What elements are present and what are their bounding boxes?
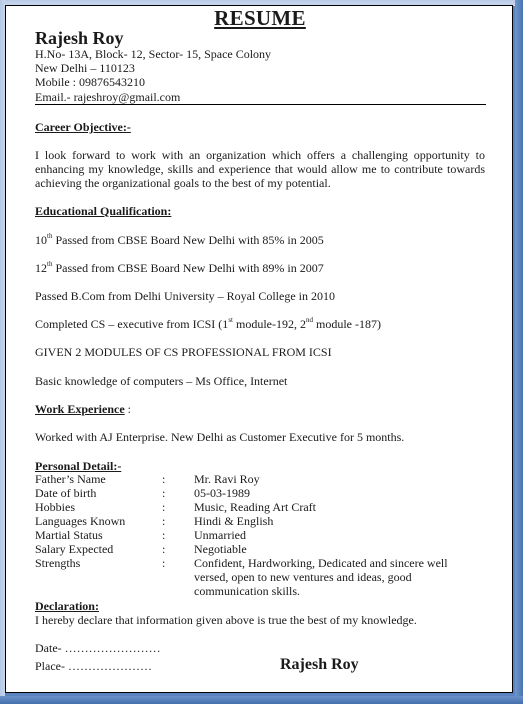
detail-label: Father’s Name <box>35 472 106 486</box>
education-item-text: Passed from CBSE Board New Delhi with 89… <box>52 261 324 275</box>
resume-page: RESUME Rajesh Roy H.No- 13A, Block- 12, … <box>5 5 513 693</box>
education-item-text: module-192, 2 <box>232 317 306 331</box>
detail-value: Hindi & English <box>194 514 274 528</box>
address-line-2: New Delhi – 110123 <box>35 61 135 75</box>
work-experience-suffix: : <box>124 402 131 416</box>
candidate-name: Rajesh Roy <box>35 28 124 48</box>
declaration-heading: Declaration: <box>35 599 99 613</box>
education-item: 12th Passed from CBSE Board New Delhi wi… <box>35 260 324 276</box>
career-objective-heading: Career Objective:- <box>35 120 131 134</box>
superscript: th <box>47 232 53 240</box>
backdrop-right <box>515 0 523 704</box>
detail-colon: : <box>162 542 166 556</box>
education-item-text: Completed CS – executive from ICSI (1 <box>35 317 229 331</box>
address-line-1: H.No- 13A, Block- 12, Sector- 15, Space … <box>35 47 272 61</box>
superscript: st <box>228 316 233 324</box>
mobile: Mobile : 09876543210 <box>35 75 145 89</box>
education-item-text: 10 <box>35 233 47 247</box>
detail-label: Martial Status <box>35 528 103 542</box>
work-experience-heading-row: Work Experience : <box>35 402 131 417</box>
education-heading: Educational Qualification: <box>35 204 172 218</box>
date-field: Date- …………………… <box>35 641 161 655</box>
detail-value: 05-03-1989 <box>194 486 250 500</box>
backdrop-bottom <box>0 696 523 704</box>
superscript: th <box>47 260 53 268</box>
detail-colon: : <box>162 500 166 514</box>
detail-label: Languages Known <box>35 514 126 528</box>
education-item: Completed CS – executive from ICSI (1st … <box>35 316 381 332</box>
work-experience-heading: Work Experience <box>35 402 125 416</box>
detail-label: Hobbies <box>35 500 75 514</box>
detail-colon: : <box>162 528 166 542</box>
detail-label: Strengths <box>35 556 81 570</box>
detail-label: Salary Expected <box>35 542 114 556</box>
detail-label: Date of birth <box>35 486 97 500</box>
signature-name: Rajesh Roy <box>280 656 359 673</box>
detail-value: Mr. Ravi Roy <box>194 472 260 486</box>
detail-value: Confident, Hardworking, Dedicated and si… <box>194 556 448 598</box>
detail-colon: : <box>162 556 166 570</box>
education-item: Basic knowledge of computers – Ms Office… <box>35 374 288 388</box>
education-item: GIVEN 2 MODULES OF CS PROFESSIONAL FROM … <box>35 345 332 359</box>
detail-value: Music, Reading Art Craft <box>194 500 316 514</box>
work-experience-text: Worked with AJ Enterprise. New Delhi as … <box>35 430 405 444</box>
detail-colon: : <box>162 514 166 528</box>
detail-value: Negotiable <box>194 542 247 556</box>
education-item-text: Passed from CBSE Board New Delhi with 85… <box>52 233 324 247</box>
education-item: Passed B.Com from Delhi University – Roy… <box>35 289 335 303</box>
place-field: Place- ………………… <box>35 659 152 673</box>
email: Email.- rajeshroy@gmail.com <box>35 90 181 104</box>
education-item: 10th Passed from CBSE Board New Delhi wi… <box>35 232 324 248</box>
superscript: nd <box>305 316 313 324</box>
detail-colon: : <box>162 472 166 486</box>
header-divider <box>35 104 486 105</box>
education-item-text: module -187) <box>312 317 381 331</box>
detail-colon: : <box>162 486 166 500</box>
detail-value: Unmarried <box>194 528 246 542</box>
education-item-text: 12 <box>35 261 47 275</box>
declaration-text: I hereby declare that information given … <box>35 613 417 627</box>
career-objective-text: I look forward to work with an organizat… <box>35 148 485 190</box>
